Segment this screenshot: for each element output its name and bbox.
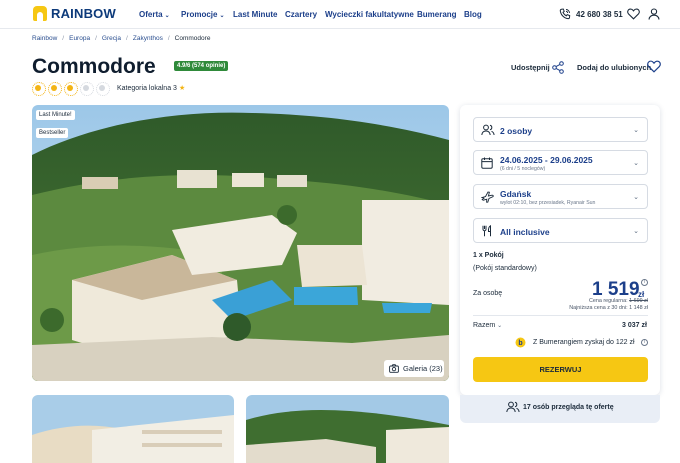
last-minute-tag: Last Minute! <box>36 110 75 120</box>
viewers-count: 17 osób przegląda tę ofertę <box>523 404 614 411</box>
main-hotel-photo[interactable] <box>32 105 449 381</box>
add-to-favorites-button[interactable]: Dodaj do ulubionych <box>577 63 651 72</box>
nav-blog[interactable]: Blog <box>464 10 482 19</box>
local-category: Kategoria lokalna 3 ★ <box>117 85 186 92</box>
dates-value: 24.06.2025 - 29.06.2025 <box>500 155 593 165</box>
sun-icon <box>64 82 78 96</box>
breadcrumb-grecja[interactable]: Grecja <box>102 35 121 42</box>
nav-last-minute[interactable]: Last Minute <box>233 10 277 19</box>
hotel-sun-rating <box>32 82 110 96</box>
guests-value: 2 osoby <box>500 126 533 136</box>
calendar-icon <box>481 157 493 169</box>
regular-price-value: 1 699 zł <box>629 298 648 304</box>
camera-icon <box>389 364 399 373</box>
chevron-down-icon: ⌄ <box>219 13 225 19</box>
thumbnail-photo[interactable] <box>246 395 449 463</box>
phone-icon[interactable] <box>559 8 571 20</box>
regular-price: Cena regularna: 1 699 zł <box>588 298 648 304</box>
hotel-exterior-image <box>32 395 234 463</box>
sun-icon <box>32 82 46 96</box>
rainbow-logo[interactable]: RAINBOW <box>33 6 116 21</box>
chevron-down-icon: ⌄ <box>164 13 170 19</box>
guests-select[interactable]: 2 osoby ⌄ <box>473 117 648 142</box>
chevron-down-icon: ⌄ <box>633 160 639 167</box>
bumerang-icon: b <box>515 337 526 348</box>
breadcrumb-europa[interactable]: Europa <box>69 35 90 42</box>
breadcrumb-separator: / <box>126 35 128 42</box>
hotel-hillside-image <box>246 395 449 463</box>
reserve-button[interactable]: REZERWUJ <box>473 357 648 382</box>
plane-icon <box>481 191 494 203</box>
board-value: All inclusive <box>500 227 550 237</box>
chevron-down-icon: ⌄ <box>633 127 639 134</box>
departure-details: wylot 02:10, bez przesiadek, Ryanair Sun <box>500 200 596 206</box>
nav-oferta[interactable]: Oferta ⌄ <box>139 10 170 19</box>
departure-select[interactable]: Gdańsk wylot 02:10, bez przesiadek, Ryan… <box>473 184 648 209</box>
per-person-label: Za osobę <box>473 290 503 297</box>
nav-czartery[interactable]: Czartery <box>285 10 317 19</box>
breadcrumb-separator: / <box>167 35 170 42</box>
board-select[interactable]: All inclusive ⌄ <box>473 218 648 243</box>
info-icon[interactable]: i <box>641 279 648 286</box>
info-icon[interactable]: i <box>641 339 648 346</box>
users-icon <box>481 124 495 136</box>
chevron-down-icon: ⌄ <box>633 194 639 201</box>
nav-promocje[interactable]: Promocje ⌄ <box>181 10 225 19</box>
bestseller-tag: Bestseller <box>36 128 69 138</box>
hotel-aerial-image <box>32 105 449 381</box>
sun-icon <box>96 82 110 96</box>
divider <box>473 315 648 316</box>
svg-text:b: b <box>518 340 522 347</box>
breadcrumb: Rainbow / Europa / Grecja / Zakynthos / … <box>32 35 210 42</box>
chevron-down-icon: ⌄ <box>497 323 503 329</box>
room-type: (Pokój standardowy) <box>473 265 537 272</box>
booking-panel <box>460 105 660 395</box>
rating-badge[interactable]: 4.9/6 (574 opinie) <box>174 61 229 71</box>
heart-icon[interactable] <box>647 60 661 73</box>
breadcrumb-separator: / <box>95 35 97 42</box>
star-icon: ★ <box>178 85 186 92</box>
logo-text: RAINBOW <box>51 6 116 21</box>
lowest-price-30-days: Najniższa cena z 30 dni: 1 148 zł <box>569 305 648 311</box>
bumerang-savings: Z Bumerangiem zyskaj do 122 zł <box>533 339 635 346</box>
phone-number[interactable]: 42 680 38 51 <box>576 10 623 19</box>
room-count: 1 x Pokój <box>473 252 504 259</box>
dates-select[interactable]: 24.06.2025 - 29.06.2025 (6 dni / 5 nocle… <box>473 150 648 175</box>
share-icon[interactable] <box>552 61 564 74</box>
rainbow-logo-icon <box>33 6 47 21</box>
cutlery-icon <box>482 225 491 237</box>
total-label[interactable]: Razem ⌄ <box>473 322 502 329</box>
gallery-label: Galeria (23) <box>403 364 443 373</box>
users-icon <box>506 401 520 413</box>
page-title: Commodore <box>32 55 156 78</box>
departure-city: Gdańsk <box>500 189 532 199</box>
breadcrumb-current: Commodore <box>174 35 211 42</box>
breadcrumb-zakynthos[interactable]: Zakynthos <box>133 35 163 42</box>
chevron-down-icon: ⌄ <box>633 228 639 235</box>
gallery-button[interactable]: Galeria (23) <box>384 360 444 377</box>
dates-duration: (6 dni / 5 noclegów) <box>500 166 546 172</box>
share-button[interactable]: Udostępnij <box>511 63 550 72</box>
nav-bumerang[interactable]: Bumerang <box>417 10 457 19</box>
breadcrumb-separator: / <box>62 35 65 42</box>
total-price: 3 037 zł <box>622 322 647 329</box>
nav-wycieczki-fakultatywne[interactable]: Wycieczki fakultatywne <box>325 10 414 19</box>
breadcrumb-rainbow[interactable]: Rainbow <box>32 35 57 42</box>
user-icon[interactable] <box>648 8 660 20</box>
thumbnail-photo[interactable] <box>32 395 234 463</box>
sun-icon <box>48 82 62 96</box>
heart-icon[interactable] <box>627 8 640 20</box>
sun-icon <box>80 82 94 96</box>
